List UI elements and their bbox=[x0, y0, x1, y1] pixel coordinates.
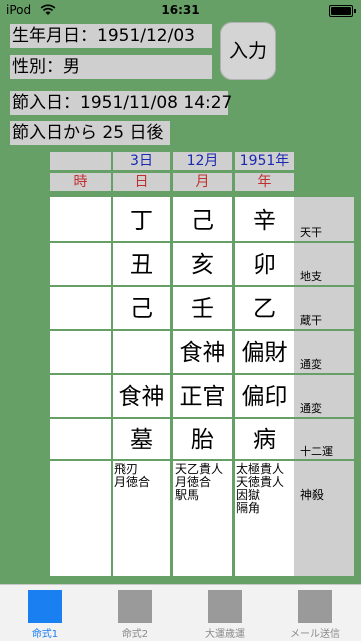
tenkan-month: 己 bbox=[191, 208, 214, 234]
square-icon bbox=[298, 590, 332, 623]
tab-taiun-saiun[interactable]: 大運歳運 bbox=[180, 585, 270, 641]
input-button[interactable]: 入力 bbox=[220, 22, 276, 80]
header-year-value: 1951年 bbox=[235, 152, 294, 170]
birth-date-field: 生年月日：1951/12/03 bbox=[10, 24, 212, 48]
tsuhen1-year: 偏財 bbox=[241, 340, 288, 366]
shinsatsu-day: 飛刃 月徳合 bbox=[114, 462, 151, 489]
tsuhen2-year: 偏印 bbox=[241, 384, 288, 410]
tab-label: 命式1 bbox=[31, 629, 59, 640]
tenkan-day: 丁 bbox=[130, 208, 153, 234]
row-label-column bbox=[294, 197, 354, 576]
square-icon bbox=[118, 590, 152, 623]
header-day-value: 3日 bbox=[113, 152, 170, 170]
tab-label: メール送信 bbox=[290, 629, 340, 640]
row-divider bbox=[50, 459, 354, 461]
row-divider bbox=[50, 241, 354, 243]
row-label-juuni: 十二運 bbox=[300, 445, 333, 458]
chishi-day: 丑 bbox=[130, 252, 153, 278]
battery-icon bbox=[329, 5, 356, 17]
tab-meishiki-1[interactable]: 命式1 bbox=[0, 585, 90, 641]
tab-meishiki-2[interactable]: 命式2 bbox=[90, 585, 180, 641]
header-blank bbox=[50, 152, 111, 170]
pillar-hour: 時 bbox=[50, 173, 111, 191]
row-label-tsuhen1: 通変 bbox=[300, 358, 322, 371]
zoukan-day: 己 bbox=[130, 296, 153, 322]
row-label-zoukan: 蔵干 bbox=[300, 314, 322, 327]
setsunyu-date-field: 節入日：1951/11/08 14:27 bbox=[10, 91, 233, 115]
row-label-chishi: 地支 bbox=[300, 270, 322, 283]
tsuhen1-month: 食神 bbox=[179, 340, 226, 366]
row-divider bbox=[50, 417, 354, 419]
pillar-year: 年 bbox=[235, 173, 294, 191]
square-icon bbox=[208, 590, 242, 623]
juuni-year: 病 bbox=[253, 427, 276, 453]
tab-mail-send[interactable]: メール送信 bbox=[270, 585, 360, 641]
juuni-day: 墓 bbox=[130, 427, 153, 453]
zoukan-year: 乙 bbox=[253, 296, 276, 322]
column-hour bbox=[50, 197, 111, 576]
tsuhen2-day: 食神 bbox=[118, 384, 165, 410]
tsuhen2-month: 正官 bbox=[179, 384, 226, 410]
row-divider bbox=[50, 285, 354, 287]
tab-bar: 命式1 命式2 大運歳運 メール送信 bbox=[0, 584, 361, 641]
row-divider bbox=[50, 373, 354, 375]
row-label-tsuhen2: 通変 bbox=[300, 402, 322, 415]
chishi-month: 亥 bbox=[191, 252, 214, 278]
zoukan-month: 壬 bbox=[191, 296, 214, 322]
row-label-shinsatsu: 神殺 bbox=[300, 488, 325, 502]
shinsatsu-month: 天乙貴人 月徳合 駅馬 bbox=[175, 462, 224, 502]
chishi-year: 卯 bbox=[253, 252, 276, 278]
square-icon bbox=[28, 590, 62, 623]
pillar-month: 月 bbox=[173, 173, 232, 191]
tab-label: 大運歳運 bbox=[205, 629, 245, 640]
header-month-value: 12月 bbox=[173, 152, 232, 170]
days-after-field: 節入日から 25 日後 bbox=[10, 121, 170, 145]
pillar-day: 日 bbox=[113, 173, 170, 191]
gender-field: 性別：男 bbox=[10, 55, 212, 79]
juuni-month: 胎 bbox=[191, 427, 214, 453]
tenkan-year: 辛 bbox=[253, 208, 276, 234]
shinsatsu-year: 太極貴人 天徳貴人 因獄 隔角 bbox=[236, 462, 285, 515]
status-bar: iPod 16:31 bbox=[0, 0, 361, 20]
tab-label: 命式2 bbox=[121, 629, 149, 640]
row-label-tenkan: 天干 bbox=[300, 226, 322, 239]
status-time: 16:31 bbox=[161, 3, 200, 17]
row-divider bbox=[50, 329, 354, 331]
